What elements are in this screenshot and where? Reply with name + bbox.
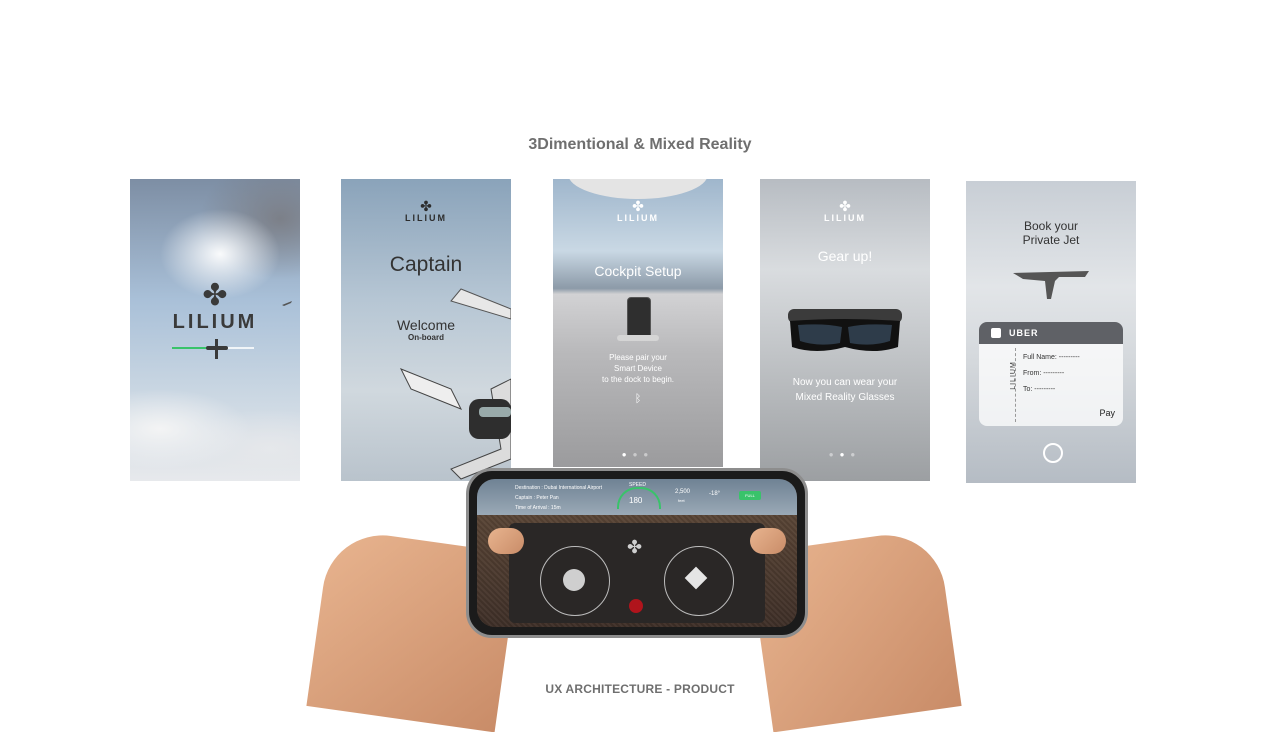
flight-control-screen[interactable]: Destination : Dubai International Airpor…: [477, 479, 797, 627]
bluetooth-icon[interactable]: ᛒ: [553, 394, 723, 405]
page-indicator[interactable]: ●●●: [553, 450, 723, 459]
screen-splash[interactable]: ✤ LILIUM: [130, 179, 300, 481]
gear-up-heading: Gear up!: [817, 248, 873, 264]
screen-cockpit-setup[interactable]: ✤ LILIUM Cockpit Setup Please pair your …: [553, 179, 723, 467]
record-button[interactable]: [629, 599, 643, 613]
battery-indicator: FULL: [739, 491, 761, 500]
fingerprint-icon[interactable]: [1043, 443, 1063, 463]
cockpit-setup-heading: Cockpit Setup: [594, 263, 682, 279]
page-title: 3Dimentional & Mixed Reality: [528, 136, 752, 153]
ticket-divider: [1015, 348, 1016, 422]
pair-instructions: Please pair your Smart Device to the doc…: [601, 353, 675, 384]
logo-wordmark: LILIUM: [617, 213, 659, 223]
page-indicator[interactable]: ●●●: [760, 450, 930, 459]
lilium-mark-icon: ✤: [420, 198, 432, 214]
left-joystick-knob[interactable]: [563, 569, 585, 591]
lilium-logo: ✤ LILIUM: [341, 199, 511, 223]
captain-heading: Captain: [389, 253, 463, 276]
dot[interactable]: ●: [643, 450, 654, 459]
page-footer: UX ARCHITECTURE - PRODUCT: [545, 682, 735, 696]
lilium-logo: ✤ LILIUM: [130, 281, 300, 334]
left-thumb: [488, 528, 524, 554]
logo-wordmark: LILIUM: [824, 213, 866, 223]
distant-plane-icon: [282, 301, 292, 306]
to-field[interactable]: To: ---------: [1023, 386, 1055, 393]
apple-pay-button[interactable]: Pay: [1099, 408, 1115, 418]
flight-hud: Destination : Dubai International Airpor…: [477, 479, 797, 515]
altitude-unit: feet: [678, 498, 685, 503]
lilium-mark-icon: ✤: [202, 279, 228, 312]
uber-icon: [991, 328, 1001, 338]
headset-message: Now you can wear your Mixed Reality Glas…: [792, 377, 898, 403]
dot[interactable]: ●: [850, 450, 861, 459]
dot[interactable]: ●: [633, 450, 644, 459]
screen-captain[interactable]: ✤ LILIUM Captain Welcome On-board: [341, 179, 511, 481]
full-name-field[interactable]: Full Name: ---------: [1023, 354, 1080, 361]
uber-ticket-card[interactable]: UBER LILIUM Full Name: --------- From: -…: [979, 322, 1123, 426]
right-thumb: [750, 528, 786, 554]
altitude-value: 2,500: [675, 489, 691, 495]
booking-heading: Book your Private Jet: [1022, 219, 1080, 247]
speed-gauge: [617, 487, 661, 509]
arrival-text: Time of Arrival : 15m: [515, 505, 561, 511]
lilium-jet-illustration: [399, 288, 511, 480]
from-field[interactable]: From: ---------: [1023, 370, 1064, 377]
ticket-header: UBER: [979, 322, 1123, 344]
jet-icon: [172, 339, 254, 359]
dock-base: [617, 335, 659, 341]
ticket-brand: UBER: [1009, 328, 1039, 338]
destination-text: Destination : Dubai International Airpor…: [515, 485, 602, 491]
dot-active[interactable]: ●: [622, 450, 633, 459]
logo-wordmark: LILIUM: [405, 213, 447, 223]
private-jet-icon: [1013, 271, 1089, 299]
lilium-logo: ✤ LILIUM: [553, 199, 723, 223]
dot-active[interactable]: ●: [840, 450, 851, 459]
lilium-mark-icon: ✤: [627, 537, 643, 557]
screen-gear-up[interactable]: ✤ LILIUM Gear up! Now you can wear your …: [760, 179, 930, 481]
pitch-value: -18°: [709, 491, 721, 497]
logo-wordmark: LILIUM: [172, 311, 258, 333]
lilium-logo: ✤ LILIUM: [760, 199, 930, 223]
dot[interactable]: ●: [829, 450, 840, 459]
captain-text: Captain : Peter Pan: [515, 495, 559, 501]
mixed-reality-headset-icon: [788, 309, 902, 351]
phone-dock-icon: [627, 297, 651, 339]
lilium-mark-icon: ✤: [632, 198, 644, 214]
ceiling-lamp: [568, 179, 708, 199]
phone-device[interactable]: Destination : Dubai International Airpor…: [466, 468, 808, 638]
screen-book-jet[interactable]: Book your Private Jet UBER LILIUM Full N…: [966, 181, 1136, 483]
lilium-mark-icon: ✤: [839, 198, 851, 214]
